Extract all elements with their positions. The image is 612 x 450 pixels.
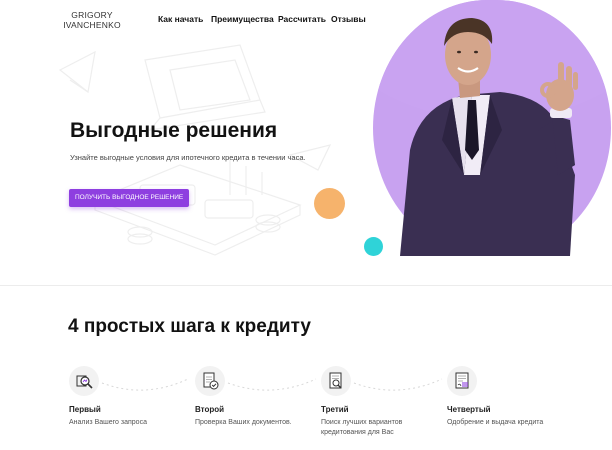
nav-link-advantages[interactable]: Преимущества <box>211 14 274 24</box>
decorative-teal-dot <box>364 237 383 256</box>
step-description: Анализ Вашего запроса <box>69 419 147 426</box>
step-description: Одобрение и выдача кредита <box>447 419 544 426</box>
step-description: Проверка Ваших документов. <box>195 419 292 426</box>
nav-link-reviews[interactable]: Отзывы <box>331 14 366 24</box>
site-logo[interactable]: GRIGORY IVANCHENKO <box>62 10 122 30</box>
nav-link-how-to-start[interactable]: Как начать <box>158 14 203 24</box>
approval-document-icon <box>447 366 477 396</box>
search-chart-icon <box>69 366 99 396</box>
get-solution-button[interactable]: ПОЛУЧИТЬ ВЫГОДНОЕ РЕШЕНИЕ <box>69 189 190 207</box>
step-title: Третий <box>321 405 349 414</box>
logo-line1: GRIGORY <box>71 10 113 20</box>
consultant-photo <box>400 18 578 256</box>
document-search-icon <box>321 366 351 396</box>
hero-subtitle: Узнайте выгодные условия для ипотечного … <box>70 153 306 162</box>
step-connector <box>101 378 189 391</box>
step-connector <box>353 378 443 391</box>
section-divider <box>0 285 612 286</box>
nav-link-calculate[interactable]: Рассчитать <box>278 14 326 24</box>
step-title: Второй <box>195 405 225 414</box>
step-connector <box>227 378 317 391</box>
hero-section: GRIGORY IVANCHENKO Как начать Преимущест… <box>0 0 612 285</box>
step-title: Первый <box>69 405 101 414</box>
step-title: Четвертый <box>447 405 491 414</box>
logo-line2: IVANCHENKO <box>63 20 121 30</box>
steps-section-title: 4 простых шага к кредиту <box>68 316 311 337</box>
document-check-icon <box>195 366 225 396</box>
step-description: Поиск лучших вариантов кредитования для … <box>321 419 403 436</box>
decorative-orange-dot <box>314 188 345 219</box>
hero-title: Выгодные решения <box>70 119 278 142</box>
